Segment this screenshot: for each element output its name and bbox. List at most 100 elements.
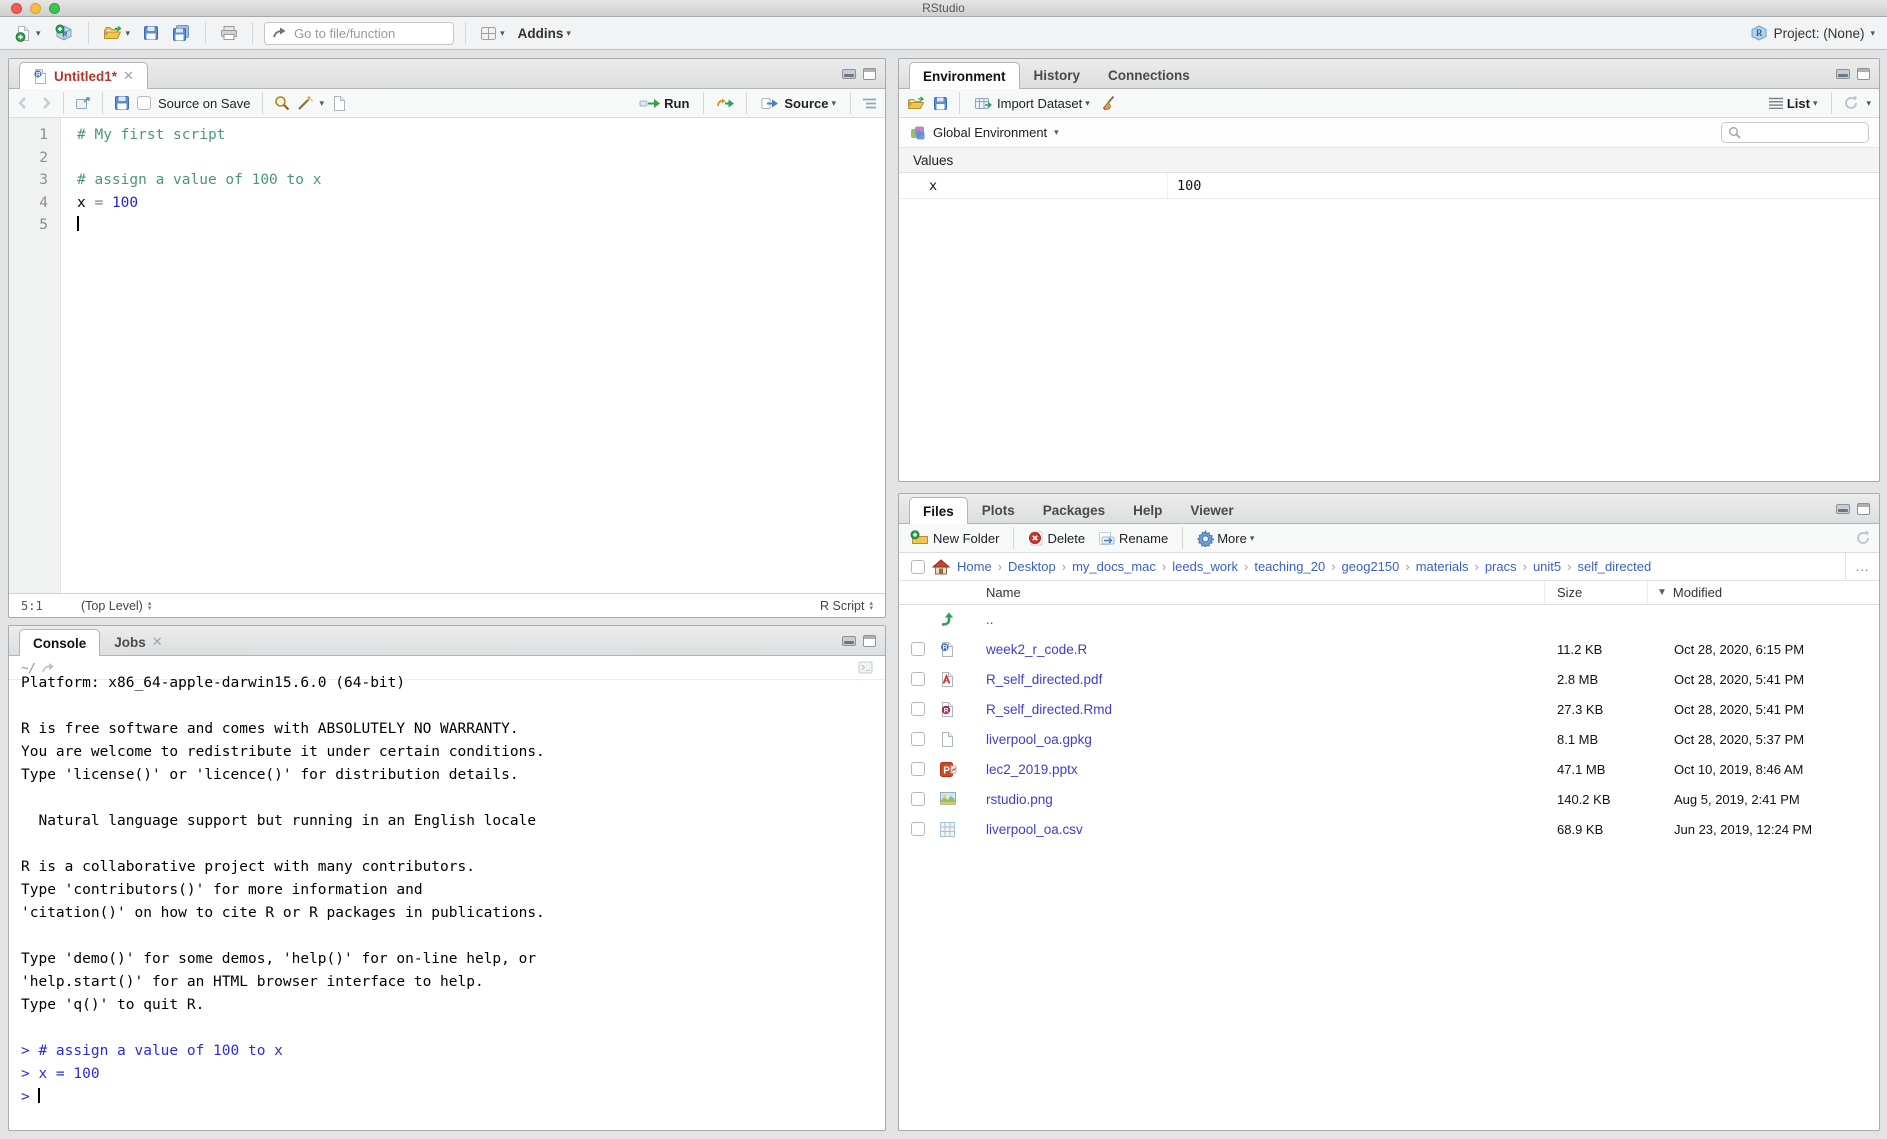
file-row[interactable]: R R_self_directed.Rmd 27.3 KB Oct 28, 20…: [899, 695, 1879, 725]
file-checkbox[interactable]: [911, 702, 925, 716]
maximize-pane-icon[interactable]: [863, 68, 876, 80]
minimize-pane-icon[interactable]: [1836, 504, 1850, 514]
tab-environment[interactable]: Environment: [909, 62, 1020, 89]
breadcrumb-item[interactable]: leeds_work: [1172, 559, 1238, 574]
select-all-checkbox[interactable]: [911, 560, 925, 574]
more-button[interactable]: More ▾: [1194, 528, 1257, 549]
find-icon[interactable]: [274, 95, 290, 111]
new-project-button[interactable]: R: [51, 22, 77, 44]
load-workspace-icon[interactable]: [907, 96, 926, 111]
breadcrumb-item[interactable]: unit5: [1533, 559, 1561, 574]
new-folder-button[interactable]: New Folder: [907, 528, 1002, 548]
environment-search-input[interactable]: [1745, 126, 1880, 140]
file-checkbox[interactable]: [911, 792, 925, 806]
refresh-icon[interactable]: [1843, 95, 1859, 111]
addins-button[interactable]: Addins▾: [515, 24, 574, 43]
run-button[interactable]: Run: [636, 94, 692, 113]
file-name-link[interactable]: rstudio.png: [986, 792, 1053, 807]
panes-layout-button[interactable]: ▾: [477, 24, 508, 43]
minimize-window-button[interactable]: [30, 3, 41, 14]
open-file-button[interactable]: ▾: [100, 23, 134, 43]
breadcrumb-item[interactable]: pracs: [1485, 559, 1517, 574]
minimize-pane-icon[interactable]: [1836, 69, 1850, 79]
compile-report-icon[interactable]: [331, 95, 345, 111]
breadcrumb-item[interactable]: teaching_20: [1254, 559, 1325, 574]
file-type-selector[interactable]: R Script ▴▾: [820, 599, 873, 613]
project-menu-button[interactable]: R Project: (None) ▾: [1750, 25, 1875, 41]
parent-directory-link[interactable]: ..: [986, 612, 994, 627]
file-name-link[interactable]: week2_r_code.R: [986, 642, 1087, 657]
close-window-button[interactable]: [11, 3, 22, 14]
breadcrumb-item[interactable]: materials: [1416, 559, 1469, 574]
document-outline-icon[interactable]: [862, 97, 877, 110]
close-icon[interactable]: ✕: [152, 634, 163, 650]
goto-file-function-box[interactable]: [264, 22, 454, 45]
file-row[interactable]: rstudio.png 140.2 KB Aug 5, 2019, 2:41 P…: [899, 785, 1879, 815]
tab-console[interactable]: Console: [19, 629, 100, 656]
breadcrumb-item[interactable]: Home: [957, 559, 992, 574]
maximize-pane-icon[interactable]: [1857, 68, 1870, 80]
environment-search-box[interactable]: [1721, 122, 1869, 143]
save-button[interactable]: [140, 23, 162, 43]
breadcrumb-item[interactable]: my_docs_mac: [1072, 559, 1156, 574]
column-header-size[interactable]: Size: [1557, 585, 1582, 600]
file-row[interactable]: R week2_r_code.R 11.2 KB Oct 28, 2020, 6…: [899, 635, 1879, 665]
print-button[interactable]: [217, 23, 241, 43]
file-checkbox[interactable]: [911, 732, 925, 746]
breadcrumb-item[interactable]: geog2150: [1342, 559, 1400, 574]
file-checkbox[interactable]: [911, 672, 925, 686]
minimize-pane-icon[interactable]: [842, 69, 856, 79]
parent-directory-row[interactable]: ..: [899, 605, 1879, 635]
global-environment-selector[interactable]: Global Environment: [933, 125, 1047, 140]
maximize-pane-icon[interactable]: [1857, 503, 1870, 515]
minimize-pane-icon[interactable]: [842, 636, 856, 646]
console-prompt[interactable]: >: [21, 1086, 873, 1109]
close-icon[interactable]: ✕: [123, 68, 134, 84]
file-name-link[interactable]: lec2_2019.pptx: [986, 762, 1078, 777]
save-icon[interactable]: [114, 95, 130, 111]
forward-icon[interactable]: [38, 97, 52, 109]
tab-history[interactable]: History: [1020, 61, 1095, 88]
clear-workspace-icon[interactable]: [1100, 95, 1116, 111]
rerun-icon[interactable]: [715, 97, 735, 110]
goto-file-function-input[interactable]: [294, 26, 434, 41]
console-output[interactable]: Platform: x86_64-apple-darwin15.6.0 (64-…: [9, 672, 885, 1130]
popout-window-icon[interactable]: [75, 96, 91, 110]
zoom-window-button[interactable]: [49, 3, 60, 14]
scope-selector[interactable]: (Top Level) ▴▾: [81, 599, 151, 613]
column-header-name[interactable]: Name: [986, 585, 1021, 600]
source-button[interactable]: Source▾: [758, 94, 839, 113]
tab-plots[interactable]: Plots: [968, 496, 1029, 523]
file-checkbox[interactable]: [911, 822, 925, 836]
save-workspace-icon[interactable]: [933, 96, 948, 111]
code-tools-icon[interactable]: [297, 95, 313, 111]
tab-packages[interactable]: Packages: [1029, 496, 1119, 523]
delete-button[interactable]: Delete: [1025, 528, 1088, 548]
column-header-modified[interactable]: ▼ Modified: [1657, 585, 1722, 600]
tab-jobs[interactable]: Jobs ✕: [100, 628, 176, 655]
file-row[interactable]: liverpool_oa.gpkg 8.1 MB Oct 28, 2020, 5…: [899, 725, 1879, 755]
file-name-link[interactable]: R_self_directed.pdf: [986, 672, 1102, 687]
file-checkbox[interactable]: [911, 642, 925, 656]
rename-button[interactable]: Rename: [1095, 529, 1171, 548]
file-name-link[interactable]: liverpool_oa.gpkg: [986, 732, 1092, 747]
home-icon[interactable]: [932, 559, 950, 575]
tab-untitled1[interactable]: R Untitled1* ✕: [19, 62, 148, 89]
import-dataset-button[interactable]: Import Dataset ▾: [971, 94, 1093, 113]
tab-connections[interactable]: Connections: [1094, 61, 1204, 88]
code-editor[interactable]: 12345 # My first script # assign a value…: [9, 118, 885, 593]
list-view-button[interactable]: List ▾: [1765, 94, 1821, 113]
breadcrumb-item[interactable]: Desktop: [1008, 559, 1056, 574]
new-file-button[interactable]: ▾: [12, 23, 44, 44]
file-name-link[interactable]: liverpool_oa.csv: [986, 822, 1083, 837]
file-row[interactable]: P lec2_2019.pptx 47.1 MB Oct 10, 2019, 8…: [899, 755, 1879, 785]
file-name-link[interactable]: R_self_directed.Rmd: [986, 702, 1112, 717]
tab-viewer[interactable]: Viewer: [1176, 496, 1247, 523]
refresh-icon[interactable]: [1855, 530, 1871, 546]
back-icon[interactable]: [17, 97, 31, 109]
breadcrumb-item[interactable]: self_directed: [1578, 559, 1652, 574]
file-row[interactable]: liverpool_oa.csv 68.9 KB Jun 23, 2019, 1…: [899, 815, 1879, 845]
source-on-save-checkbox[interactable]: [137, 96, 151, 110]
environment-entry[interactable]: x100: [899, 173, 1879, 199]
maximize-pane-icon[interactable]: [863, 635, 876, 647]
